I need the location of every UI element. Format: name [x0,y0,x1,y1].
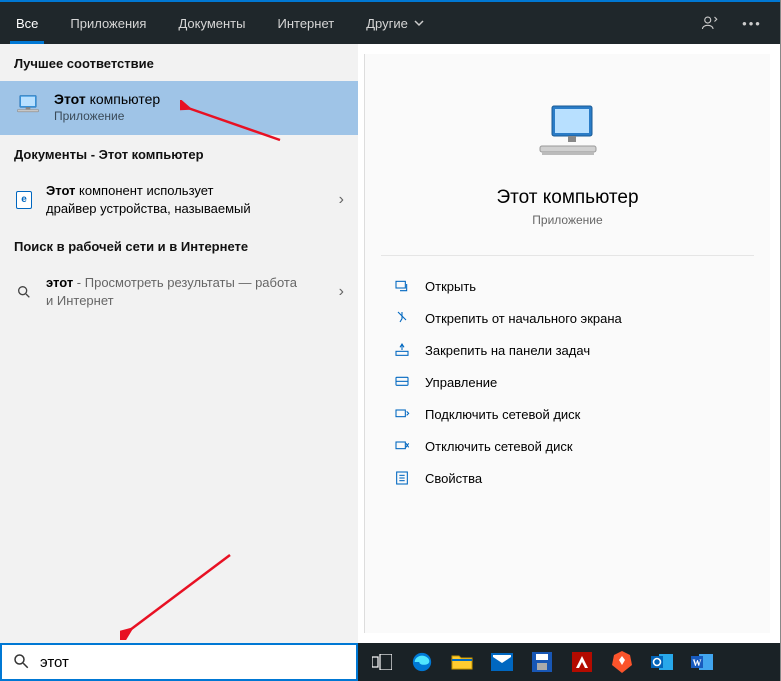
best-match-item[interactable]: Этот компьютер Приложение [0,81,358,135]
preview-title: Этот компьютер [496,187,638,209]
actions-list: Открыть Открепить от начального экрана З… [365,264,770,500]
chevron-right-icon[interactable]: › [339,191,344,209]
unpin-icon [393,309,411,327]
document-result[interactable]: e Этот компонент использует драйвер устр… [0,172,358,227]
preview-subtitle: Приложение [532,213,602,227]
action-map-drive[interactable]: Подключить сетевой диск [375,398,760,430]
section-documents: Документы - Этот компьютер [0,135,358,172]
pin-taskbar-icon [393,341,411,359]
more-options-icon[interactable]: ••• [734,2,770,44]
map-drive-icon [393,405,411,423]
action-properties[interactable]: Свойства [375,462,760,494]
manage-icon [393,373,411,391]
mail-icon[interactable] [484,647,520,677]
unmap-drive-icon [393,437,411,455]
adobe-icon[interactable] [564,647,600,677]
document-icon: e [14,191,34,209]
pc-large-icon [532,102,604,169]
action-open[interactable]: Открыть [375,270,760,302]
search-input[interactable] [40,654,346,671]
tab-web[interactable]: Интернет [261,2,350,44]
feedback-icon[interactable] [692,2,728,44]
tab-apps[interactable]: Приложения [54,2,162,44]
action-unpin-start[interactable]: Открепить от начального экрана [375,302,760,334]
brave-icon[interactable] [604,647,640,677]
best-match-title: Этот компьютер [54,91,160,107]
explorer-icon[interactable] [444,647,480,677]
web-result[interactable]: этот - Просмотреть результаты — работа и… [0,264,358,319]
tab-all[interactable]: Все [0,2,54,44]
open-icon [393,277,411,295]
chevron-down-icon [414,16,424,31]
properties-icon [393,469,411,487]
edge-icon[interactable] [404,647,440,677]
taskview-icon[interactable] [364,647,400,677]
outlook-icon[interactable] [644,647,680,677]
best-match-subtitle: Приложение [54,109,160,123]
document-result-text: Этот компонент использует драйвер устрой… [46,182,251,217]
chevron-right-icon[interactable]: › [339,283,344,301]
web-result-text: этот - Просмотреть результаты — работа и… [46,274,306,309]
action-manage[interactable]: Управление [375,366,760,398]
tab-documents[interactable]: Документы [162,2,261,44]
tab-more-label: Другие [366,16,408,31]
search-tabbar: Все Приложения Документы Интернет Другие… [0,2,780,44]
action-pin-taskbar[interactable]: Закрепить на панели задач [375,334,760,366]
action-unmap-drive[interactable]: Отключить сетевой диск [375,430,760,462]
taskbar: W [358,643,780,681]
search-icon [14,284,34,300]
search-box[interactable] [0,643,358,681]
section-web-search: Поиск в рабочей сети и в Интернете [0,227,358,264]
svg-text:W: W [693,658,702,668]
tab-more[interactable]: Другие [350,2,440,44]
search-icon [12,652,30,673]
pc-icon [14,92,42,123]
section-best-match: Лучшее соответствие [0,44,358,81]
preview-panel: Этот компьютер Приложение Открыть Откреп… [364,54,770,633]
word-icon[interactable]: W [684,647,720,677]
save-icon[interactable] [524,647,560,677]
results-panel: Лучшее соответствие Этот компьютер Прило… [0,44,358,643]
